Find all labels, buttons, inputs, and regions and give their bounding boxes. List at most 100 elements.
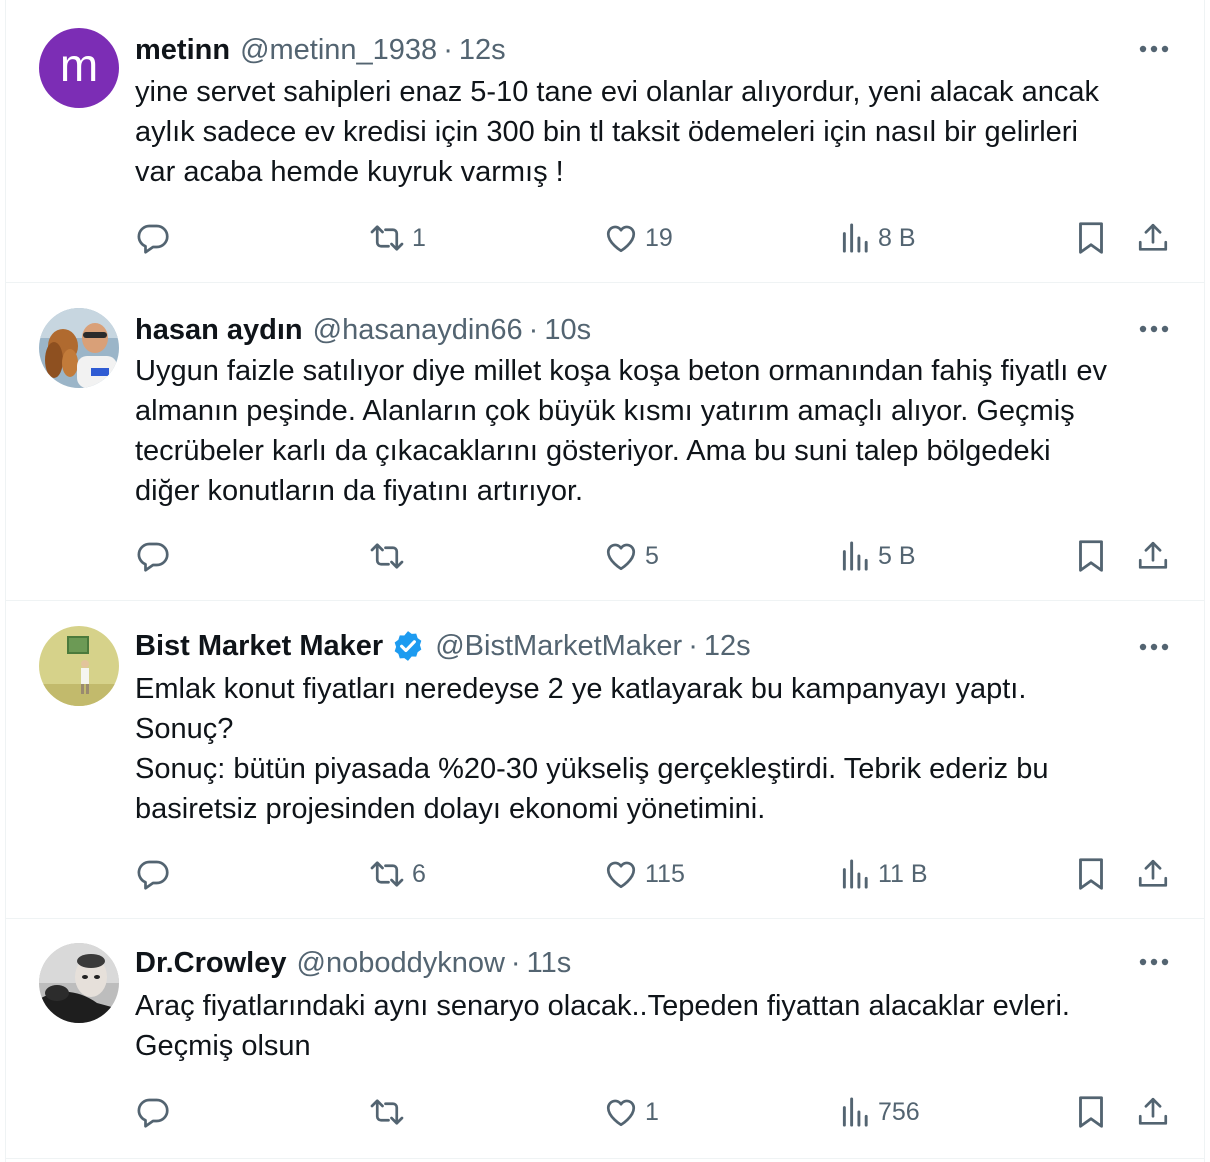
like-count: 1 (645, 1097, 659, 1126)
tweet-text-line: Sonuç: bütün piyasada %20-30 yükseliş ge… (135, 753, 1049, 785)
more-icon[interactable] (1134, 314, 1174, 344)
views-button[interactable]: 8 B (840, 213, 916, 263)
avatar-letter: m (39, 28, 119, 108)
heart-icon (606, 861, 636, 889)
display-name[interactable]: Dr.Crowley (135, 947, 287, 980)
tweet-header: metinn @metinn_1938 · 12s (135, 30, 506, 70)
retweet-button[interactable]: 6 (368, 849, 426, 899)
like-button[interactable]: 115 (603, 849, 685, 899)
tweet-header: hasan aydın @hasanaydin66 · 10s (135, 310, 591, 350)
timestamp[interactable]: 12s (459, 34, 506, 67)
tweet-text-line: basiretsiz projesinden dolayı ekonomi yö… (135, 793, 766, 825)
action-bar: 1 19 8 B (6, 213, 1204, 263)
tweet-text-line: almanın peşinde. Alanların çok büyük kıs… (135, 395, 1075, 427)
separator-dot: · (688, 629, 698, 662)
bookmark-button[interactable] (1076, 531, 1106, 581)
view-count: 756 (878, 1097, 920, 1126)
verified-badge-icon (391, 629, 425, 663)
user-handle[interactable]: @hasanaydin66 (313, 314, 523, 347)
retweet-count: 1 (412, 223, 426, 252)
avatar[interactable] (39, 308, 119, 388)
retweet-count: 6 (412, 859, 426, 888)
display-name[interactable]: Bist Market Maker (135, 630, 383, 663)
like-button[interactable]: 1 (603, 1087, 659, 1137)
reply-button[interactable] (135, 1087, 177, 1137)
tweet-text-line: Uygun faizle satılıyor diye millet koşa … (135, 355, 1107, 387)
timestamp[interactable]: 10s (544, 314, 591, 347)
retweet-button[interactable] (368, 531, 412, 581)
tweet-header: Dr.Crowley @noboddyknow · 11s (135, 943, 571, 983)
user-handle[interactable]: @BistMarketMaker (435, 630, 682, 663)
reply-button[interactable] (135, 849, 177, 899)
views-icon (842, 541, 868, 571)
retweet-button[interactable] (368, 1087, 412, 1137)
reply-icon (137, 1098, 169, 1128)
more-icon[interactable] (1134, 34, 1174, 64)
tweet-text-line: diğer konutların da fiyatını artırıyor. (135, 475, 584, 507)
tweet[interactable]: hasan aydın @hasanaydin66 · 10s Uygun fa… (6, 283, 1204, 601)
views-icon (842, 223, 868, 253)
share-button[interactable] (1136, 849, 1170, 899)
reply-button[interactable] (135, 531, 177, 581)
avatar-photo (39, 308, 119, 388)
reply-icon (137, 224, 169, 254)
tweet[interactable]: m metinn @metinn_1938 · 12s yine servet … (6, 0, 1204, 283)
avatar[interactable] (39, 626, 119, 706)
share-icon (1138, 223, 1168, 251)
reply-icon (137, 860, 169, 890)
timestamp[interactable]: 11s (527, 947, 572, 980)
retweet-button[interactable]: 1 (368, 213, 426, 263)
retweet-icon (370, 225, 404, 251)
avatar[interactable] (39, 943, 119, 1023)
user-handle[interactable]: @noboddyknow (297, 947, 505, 980)
like-button[interactable]: 5 (603, 531, 659, 581)
reply-icon (137, 542, 169, 572)
tweet-text: yine servet sahipleri enaz 5-10 tane evi… (135, 72, 1175, 192)
heart-icon (606, 1099, 636, 1127)
view-count: 11 B (878, 859, 928, 888)
like-count: 5 (645, 541, 659, 570)
more-icon[interactable] (1134, 632, 1174, 662)
views-button[interactable]: 11 B (840, 849, 928, 899)
share-button[interactable] (1136, 1087, 1170, 1137)
view-count: 5 B (878, 541, 916, 570)
display-name[interactable]: hasan aydın (135, 314, 303, 347)
action-bar: 1 756 (6, 1087, 1204, 1137)
separator-dot: · (443, 33, 453, 66)
bookmark-icon (1079, 858, 1103, 890)
bookmark-button[interactable] (1076, 1087, 1106, 1137)
tweet-text-line: tecrübeler karlı da çıkacaklarını göster… (135, 435, 1051, 467)
tweet-text-line: Geçmiş olsun (135, 1030, 311, 1062)
like-button[interactable]: 19 (603, 213, 673, 263)
share-icon (1138, 1097, 1168, 1125)
tweet-text-line: Sonuç? (135, 713, 234, 745)
tweet[interactable]: Bist Market Maker @BistMarketMaker · 12s… (6, 601, 1204, 919)
share-button[interactable] (1136, 531, 1170, 581)
user-handle[interactable]: @metinn_1938 (240, 34, 437, 67)
display-name[interactable]: metinn (135, 34, 230, 67)
action-bar: 5 5 B (6, 531, 1204, 581)
share-icon (1138, 541, 1168, 569)
timestamp[interactable]: 12s (704, 630, 751, 663)
bookmark-button[interactable] (1076, 213, 1106, 263)
reply-button[interactable] (135, 213, 177, 263)
retweet-icon (370, 861, 404, 887)
avatar-photo (39, 626, 119, 706)
more-icon[interactable] (1134, 947, 1174, 977)
views-button[interactable]: 756 (840, 1087, 920, 1137)
avatar[interactable]: m (39, 28, 119, 108)
tweet-text: Araç fiyatlarındaki aynı senaryo olacak.… (135, 986, 1175, 1066)
tweet-text-line: yine servet sahipleri enaz 5-10 tane evi… (135, 76, 1099, 108)
share-button[interactable] (1136, 213, 1170, 263)
views-icon (842, 859, 868, 889)
bookmark-button[interactable] (1076, 849, 1106, 899)
tweet-text-line: var acaba hemde kuyruk varmış ! (135, 156, 564, 188)
tweet-text: Emlak konut fiyatları neredeyse 2 ye kat… (135, 669, 1175, 829)
retweet-icon (370, 1099, 404, 1125)
heart-icon (606, 543, 636, 571)
views-button[interactable]: 5 B (840, 531, 916, 581)
like-count: 19 (645, 223, 673, 252)
share-icon (1138, 859, 1168, 887)
tweet[interactable]: Dr.Crowley @noboddyknow · 11s Araç fiyat… (6, 919, 1204, 1159)
bookmark-icon (1079, 540, 1103, 572)
